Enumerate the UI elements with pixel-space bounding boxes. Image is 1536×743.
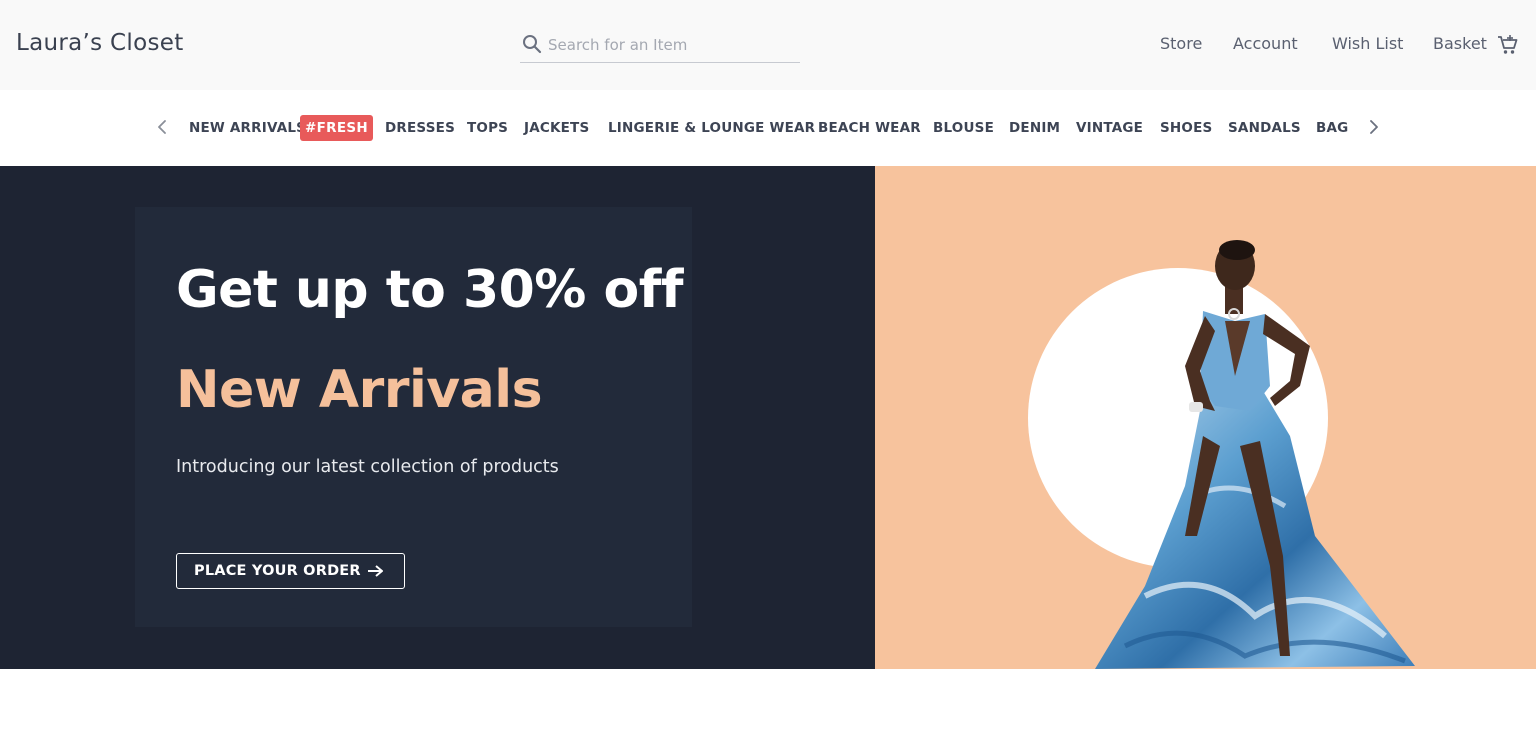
nav-store[interactable]: Store [1160, 34, 1202, 53]
chevron-right-icon[interactable] [1366, 117, 1382, 137]
arrow-right-icon [368, 565, 383, 577]
nav-account[interactable]: Account [1233, 34, 1298, 53]
nav-wish-list[interactable]: Wish List [1332, 34, 1403, 53]
place-order-label: PLACE YOUR ORDER [194, 563, 361, 579]
category-dresses[interactable]: DRESSES [385, 120, 455, 136]
top-header: Laura’s Closet Store Account Wish List B… [0, 0, 1536, 90]
place-order-button[interactable]: PLACE YOUR ORDER [176, 553, 405, 589]
category-bar: NEW ARRIVALS #FRESH DRESSES TOPS JACKETS… [0, 90, 1536, 166]
shopping-cart-icon[interactable] [1497, 34, 1519, 56]
fresh-badge: #FRESH [300, 115, 373, 141]
hero-description: Introducing our latest collection of pro… [176, 457, 559, 477]
chevron-left-icon[interactable] [154, 117, 170, 137]
hero-card: Get up to 30% off New Arrivals Introduci… [135, 207, 692, 627]
search-input[interactable] [548, 33, 796, 57]
site-logo[interactable]: Laura’s Closet [16, 30, 184, 56]
category-blouse[interactable]: BLOUSE [933, 120, 994, 136]
category-denim[interactable]: DENIM [1009, 120, 1060, 136]
category-bags[interactable]: BAGS [1316, 120, 1348, 136]
category-shoes[interactable]: SHOES [1160, 120, 1212, 136]
category-list: NEW ARRIVALS #FRESH DRESSES TOPS JACKETS… [180, 90, 1348, 166]
category-vintage[interactable]: VINTAGE [1076, 120, 1143, 136]
category-tops[interactable]: TOPS [467, 120, 508, 136]
category-sandals[interactable]: SANDALS [1228, 120, 1301, 136]
hero-title: Get up to 30% off [176, 260, 683, 320]
nav-basket[interactable]: Basket [1433, 34, 1487, 53]
search-icon[interactable] [522, 34, 542, 54]
hero-banner: Get up to 30% off New Arrivals Introduci… [0, 166, 875, 669]
category-new-arrivals[interactable]: NEW ARRIVALS [189, 120, 306, 136]
category-jackets[interactable]: JACKETS [524, 120, 589, 136]
hero-image-panel [875, 166, 1536, 669]
category-beach-wear[interactable]: BEACH WEAR [818, 120, 921, 136]
model-image [1095, 240, 1415, 669]
hero-subtitle: New Arrivals [176, 360, 543, 420]
search-bar [520, 31, 800, 63]
category-lingerie-lounge-wear[interactable]: LINGERIE & LOUNGE WEAR [608, 120, 815, 136]
